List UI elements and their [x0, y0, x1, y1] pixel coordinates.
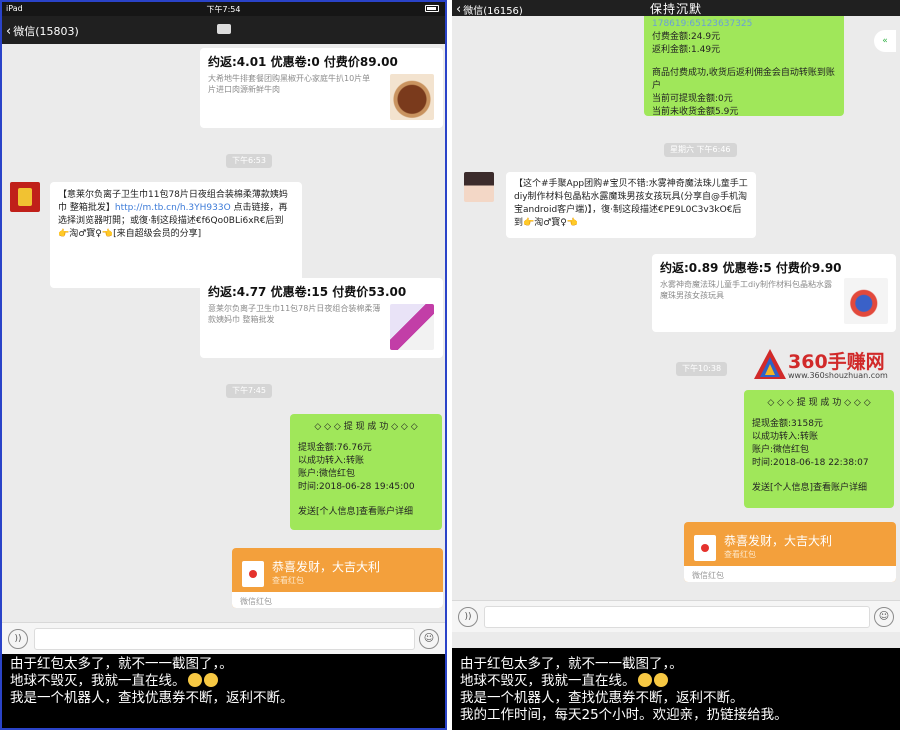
- grin-emoji-icon: [637, 673, 652, 687]
- red-packet-footer: 微信红包: [684, 566, 896, 582]
- emoji-icon[interactable]: ☺: [419, 629, 439, 649]
- watermark-brand: 360手赚网: [788, 351, 885, 373]
- status-bar: iPad 下午7:54: [2, 2, 445, 16]
- withdraw-target: 以成功转入:转账: [752, 432, 819, 442]
- avatar[interactable]: [464, 172, 494, 202]
- caption-text: 由于红包太多了，就不一一截图了，。 地球不毁灭，我就一直在线。 我是一个机器人，…: [452, 648, 900, 730]
- deal-message[interactable]: 约返:4.77 优惠卷:15 付费价53.00 意莱尔负离子卫生巾11包78片日…: [200, 278, 443, 358]
- deal-description: 意莱尔负离子卫生巾11包78片日夜组合装棉柔薄款姨妈巾 整箱批发: [208, 304, 381, 324]
- caption-line: 由于红包太多了，就不一一截图了，。: [10, 656, 233, 672]
- withdraw-header: ◇ ◇ ◇ 提 现 成 功 ◇ ◇ ◇: [767, 398, 871, 408]
- red-packet-message[interactable]: 恭喜发财，大吉大利 查看红包 微信红包: [232, 548, 443, 608]
- red-packet-title: 恭喜发财，大吉大利: [272, 560, 381, 574]
- withdraw-footer: 发送[个人信息]查看账户详细: [752, 483, 868, 493]
- caption-line: 我的工作时间，每天25个小时。欢迎亲，扔链接给我。: [460, 707, 788, 723]
- deal-title: 约返:4.77 优惠卷:15 付费价53.00: [208, 285, 407, 299]
- red-packet-footer: 微信红包: [232, 592, 443, 608]
- brand-logo-icon: [754, 349, 786, 379]
- chevron-left-icon: ‹: [6, 23, 12, 39]
- chat-messages[interactable]: 约返:4.01 优惠卷:0 付费价89.00 大希地牛排套餐团购黑椒开心家庭牛扒…: [2, 44, 445, 654]
- message-input[interactable]: [484, 606, 870, 628]
- chat-nav-bar: ‹ 微信(15803): [2, 16, 445, 44]
- watermark: 360手赚网 www.360shouzhuan.com: [754, 345, 900, 385]
- message-input[interactable]: [34, 628, 415, 650]
- caption-line: 我是一个机器人，查找优惠券不断，返利不断。: [460, 690, 744, 706]
- time-divider: 下午7:45: [226, 384, 272, 398]
- deal-title: 约返:4.01 优惠卷:0 付费价89.00: [208, 55, 398, 69]
- red-packet-message[interactable]: 恭喜发财，大吉大利 查看红包 微信红包: [684, 522, 896, 582]
- chat-messages[interactable]: 178619:65123637325 付费金额:24.9元 返利金额:1.49元…: [452, 16, 900, 632]
- withdraw-target: 以成功转入:转账: [298, 456, 365, 466]
- caption-line: 由于红包太多了，就不一一截图了，。: [460, 656, 683, 672]
- deal-message[interactable]: 约返:4.01 优惠卷:0 付费价89.00 大希地牛排套餐团购黑椒开心家庭牛扒…: [200, 48, 443, 128]
- time-divider: 星期六 下午6:46: [664, 143, 737, 157]
- grin-emoji-icon: [653, 673, 668, 687]
- caption-line: 地球不毁灭，我就一直在线。: [460, 673, 636, 689]
- chat-title-icon: [216, 24, 231, 34]
- chat-nav-bar: ‹ 微信(16156) 保持沉默: [452, 0, 900, 17]
- withdraw-account: 账户:微信红包: [752, 445, 810, 455]
- withdraw-time: 时间:2018-06-28 19:45:00: [298, 482, 415, 492]
- share-link[interactable]: http://m.tb.cn/h.3YH933O: [115, 203, 231, 213]
- share-text: 【这个#手聚App团购#宝贝不错:水雾神奇魔法珠儿童手工diy制作材料包晶粘水露…: [514, 179, 748, 228]
- avatar[interactable]: [10, 182, 40, 212]
- rebate-amount: 返利金额:1.49元: [652, 45, 721, 55]
- voice-icon[interactable]: )): [8, 629, 28, 649]
- withdraw-footer: 发送[个人信息]查看账户详细: [298, 507, 414, 517]
- product-thumbnail[interactable]: [844, 278, 888, 324]
- time-divider: 下午6:53: [226, 154, 272, 168]
- chat-input-bar: )) ☺: [452, 600, 900, 632]
- left-phone-screenshot: iPad 下午7:54 ‹ 微信(15803) 约返:4.01 优惠卷:0 付费…: [0, 0, 447, 730]
- grin-emoji-icon: [187, 673, 202, 687]
- withdraw-success-message[interactable]: ◇ ◇ ◇ 提 现 成 功 ◇ ◇ ◇ 提现金额:76.76元 以成功转入:转账…: [290, 414, 442, 530]
- rebate-status-message[interactable]: 178619:65123637325 付费金额:24.9元 返利金额:1.49元…: [644, 16, 844, 117]
- chat-title: 保持沉默: [649, 2, 702, 16]
- withdraw-amount: 提现金额:76.76元: [298, 443, 372, 453]
- status-time: 下午7:54: [206, 5, 241, 14]
- product-thumbnail[interactable]: [390, 74, 434, 120]
- caption-line: 我是一个机器人，查找优惠券不断，返利不断。: [10, 690, 294, 706]
- red-packet-subtitle: 查看红包: [272, 576, 304, 585]
- order-id: 178619:65123637325: [652, 19, 753, 29]
- battery-icon: [425, 5, 439, 12]
- withdraw-account: 账户:微信红包: [298, 469, 356, 479]
- withdrawable-amount: 当前可提现金额:0元: [652, 94, 733, 104]
- grin-emoji-icon: [203, 673, 218, 687]
- red-packet-title: 恭喜发财，大吉大利: [724, 534, 833, 548]
- red-packet-subtitle: 查看红包: [724, 550, 756, 559]
- watermark-url: www.360shouzhuan.com: [788, 371, 888, 380]
- product-thumbnail[interactable]: [390, 304, 434, 350]
- deal-description: 水雾神奇魔法珠儿童手工diy制作材料包晶粘水露魔珠男孩女孩玩具: [660, 280, 833, 300]
- back-label: 微信(15803): [13, 25, 79, 38]
- shared-link-message[interactable]: 【意莱尔负离子卫生巾11包78片日夜组合装棉柔薄款姨妈巾 整箱批发】http:/…: [50, 182, 302, 288]
- deal-title: 约返:0.89 优惠卷:5 付费价9.90: [660, 261, 842, 275]
- caption-line: 地球不毁灭，我就一直在线。: [10, 673, 186, 689]
- voice-icon[interactable]: )): [458, 607, 478, 627]
- red-packet-icon: [694, 535, 716, 561]
- time-divider: 下午10:38: [676, 362, 728, 376]
- screenshot-page: iPad 下午7:54 ‹ 微信(15803) 约返:4.01 优惠卷:0 付费…: [0, 0, 900, 730]
- withdraw-success-message[interactable]: ◇ ◇ ◇ 提 现 成 功 ◇ ◇ ◇ 提现金额:3158元 以成功转入:转账 …: [744, 390, 894, 508]
- withdraw-amount: 提现金额:3158元: [752, 419, 823, 429]
- caption-text: 由于红包太多了，就不一一截图了，。 地球不毁灭，我就一直在线。 我是一个机器人，…: [2, 654, 445, 728]
- withdraw-header: ◇ ◇ ◇ 提 现 成 功 ◇ ◇ ◇: [314, 422, 418, 432]
- deal-description: 大希地牛排套餐团购黑椒开心家庭牛扒10片单片进口肉源新鲜牛肉: [208, 74, 371, 94]
- paid-amount: 付费金额:24.9元: [652, 32, 721, 42]
- pending-amount: 当前未收货金额5.9元: [652, 107, 739, 117]
- red-packet-icon: [242, 561, 264, 587]
- shared-link-message[interactable]: 【这个#手聚App团购#宝贝不错:水雾神奇魔法珠儿童手工diy制作材料包晶粘水露…: [506, 172, 756, 238]
- chat-input-bar: )) ☺: [2, 622, 445, 654]
- withdraw-time: 时间:2018-06-18 22:38:07: [752, 458, 869, 468]
- back-button[interactable]: ‹ 微信(15803): [6, 23, 79, 39]
- rebate-note: 商品付费成功,收货后返利佣金会自动转账到账户: [652, 68, 835, 91]
- deal-message[interactable]: 约返:0.89 优惠卷:5 付费价9.90 水雾神奇魔法珠儿童手工diy制作材料…: [652, 254, 896, 332]
- emoji-icon[interactable]: ☺: [874, 607, 894, 627]
